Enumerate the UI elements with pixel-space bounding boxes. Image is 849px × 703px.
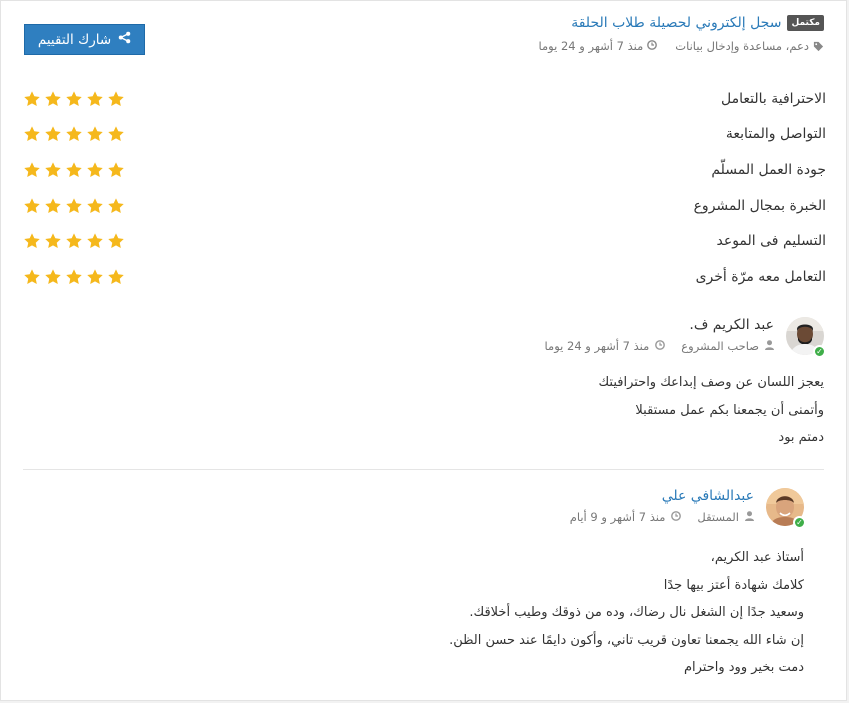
share-icon: [118, 31, 131, 48]
star-icon: [66, 126, 82, 142]
verified-icon: ✓: [793, 516, 806, 529]
star-icon: [87, 233, 103, 249]
project-meta: دعم، مساعدة وإدخال بيانات منذ 7 أشهر و 2…: [539, 39, 824, 53]
project-time: منذ 7 أشهر و 24 يوما: [538, 39, 644, 53]
rating-row: التسليم فى الموعد: [23, 223, 826, 259]
commenter-name[interactable]: عبد الكريم ف.: [545, 317, 774, 333]
star-icon: [108, 91, 124, 106]
star-icon: [66, 162, 82, 178]
star-icon: [66, 91, 82, 106]
star-icon: [87, 269, 103, 284]
star-icon: [87, 126, 103, 142]
star-icon: [24, 91, 40, 106]
rating-label: الخبرة بمجال المشروع: [693, 197, 826, 214]
rating-label: الاحترافية بالتعامل: [720, 90, 826, 107]
comment-owner: ✓ عبد الكريم ف. صاحب المشروع منذ 7 أشهر …: [19, 317, 826, 452]
share-rating-button[interactable]: شارك التقييم: [24, 24, 145, 55]
project-header: مكتمل سجل إلكتروني لحصيلة طلاب الحلقة دع…: [539, 15, 824, 53]
comment-time: منذ 7 أشهر و 9 أيام: [569, 510, 666, 524]
star-icon: [87, 162, 103, 178]
star-icon: [45, 126, 61, 142]
rating-row: الخبرة بمجال المشروع: [23, 188, 826, 224]
star-icon: [108, 269, 124, 284]
clock-icon: [647, 39, 658, 53]
comment-time: منذ 7 أشهر و 24 يوما: [544, 339, 650, 353]
star-rating: [23, 161, 125, 179]
star-icon: [24, 162, 40, 178]
comment-line: يعجز اللسان عن وصف إبداعك واحترافيتك: [598, 375, 824, 390]
star-icon: [108, 126, 124, 142]
comment-freelancer: ✓ عبدالشافي علي المستقل منذ 7 أشهر و 9 أ…: [19, 488, 806, 682]
star-icon: [108, 233, 124, 249]
star-icon: [24, 269, 40, 284]
rating-label: التواصل والمتابعة: [725, 126, 826, 143]
share-button-label: شارك التقييم: [37, 31, 112, 48]
rating-label: جودة العمل المسلّم: [711, 161, 826, 178]
star-icon: [66, 233, 82, 249]
commenter-role: صاحب المشروع: [681, 339, 759, 353]
comment-body: أستاذ عبد الكريم، كلامك شهادة أعتز بيها …: [19, 544, 804, 682]
star-rating: [23, 125, 125, 143]
star-icon: [24, 233, 40, 249]
star-rating: [23, 268, 125, 286]
rating-label: التعامل معه مرّة أخرى: [695, 268, 826, 285]
avatar[interactable]: ✓: [786, 317, 826, 358]
star-icon: [45, 197, 61, 213]
user-icon: [765, 339, 774, 353]
commenter-role: المستقل: [697, 510, 739, 524]
comment-line: وأتمنى أن يجمعنا بكم عمل مستقبلا: [635, 402, 824, 418]
clock-icon: [655, 339, 666, 353]
rating-row: الاحترافية بالتعامل: [23, 81, 826, 117]
comment-line: دمتم بود: [778, 430, 824, 445]
project-title-link[interactable]: سجل إلكتروني لحصيلة طلاب الحلقة: [571, 15, 781, 31]
project-category: دعم، مساعدة وإدخال بيانات: [675, 39, 809, 53]
star-icon: [45, 162, 61, 178]
rating-row: التواصل والمتابعة: [23, 117, 826, 153]
tags-icon: [813, 41, 824, 52]
star-icon: [24, 197, 40, 213]
star-icon: [87, 197, 103, 213]
star-icon: [66, 269, 82, 284]
star-icon: [45, 91, 61, 106]
star-icon: [66, 197, 82, 213]
star-icon: [108, 197, 124, 213]
comment-line: إن شاء الله يجمعنا تعاون قريب تاني، وأكو…: [449, 632, 804, 648]
star-rating: [23, 197, 125, 215]
verified-icon: ✓: [813, 345, 826, 358]
star-rating: [23, 232, 125, 250]
star-icon: [87, 91, 103, 106]
ratings-list: الاحترافية بالتعامل التواصل والمتابعة جو…: [23, 81, 826, 295]
status-badge: مكتمل: [787, 15, 824, 31]
comment-body: يعجز اللسان عن وصف إبداعك واحترافيتك وأت…: [19, 369, 824, 452]
avatar[interactable]: ✓: [766, 488, 806, 529]
star-icon: [24, 126, 40, 142]
clock-icon: [671, 510, 682, 524]
review-card: مكتمل سجل إلكتروني لحصيلة طلاب الحلقة دع…: [0, 0, 847, 701]
comment-line: كلامك شهادة أعتز بيها جدًا: [663, 577, 804, 593]
comment-line: أستاذ عبد الكريم،: [710, 550, 804, 565]
comment-line: دمت بخير وود واحترام: [683, 660, 804, 675]
user-icon: [745, 510, 754, 524]
rating-label: التسليم فى الموعد: [716, 233, 827, 250]
star-icon: [108, 162, 124, 178]
star-rating: [23, 90, 125, 108]
rating-row: التعامل معه مرّة أخرى: [23, 259, 826, 295]
star-icon: [45, 269, 61, 284]
commenter-name[interactable]: عبدالشافي علي: [570, 488, 754, 504]
comment-line: وسعيد جدًا إن الشغل نال رضاك، وده من ذوق…: [469, 605, 804, 620]
divider: [23, 469, 824, 470]
star-icon: [45, 233, 61, 249]
rating-row: جودة العمل المسلّم: [23, 152, 826, 188]
